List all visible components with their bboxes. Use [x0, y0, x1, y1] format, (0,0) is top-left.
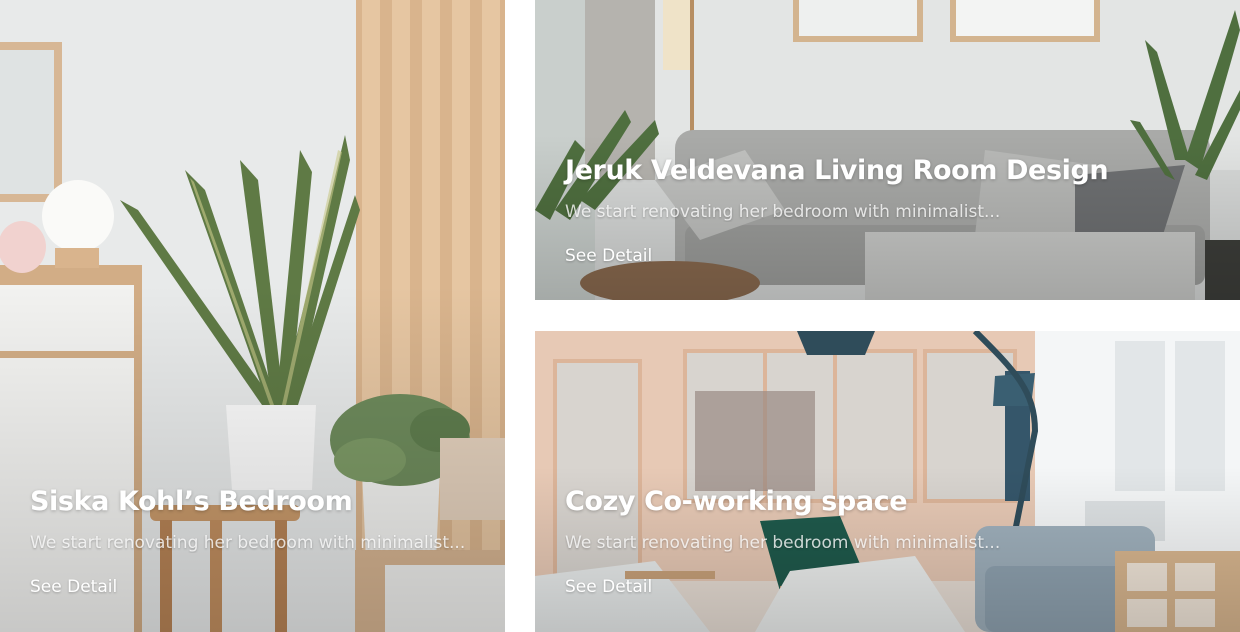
card-description: We start renovating her bedroom with min…	[565, 533, 1001, 553]
card-text: Jeruk Veldevana Living Room Design We st…	[565, 155, 1210, 266]
see-detail-link[interactable]: See Detail	[30, 577, 117, 597]
card-text: Siska Kohl’s Bedroom We start renovating…	[30, 486, 475, 597]
project-card-bedroom[interactable]: Siska Kohl’s Bedroom We start renovating…	[0, 0, 505, 632]
card-title: Jeruk Veldevana Living Room Design	[565, 155, 1109, 186]
card-title: Siska Kohl’s Bedroom	[30, 486, 353, 517]
see-detail-link[interactable]: See Detail	[565, 246, 652, 266]
card-description: We start renovating her bedroom with min…	[30, 533, 466, 553]
card-title: Cozy Co-working space	[565, 486, 908, 517]
see-detail-link[interactable]: See Detail	[565, 577, 652, 597]
project-card-coworking[interactable]: Cozy Co-working space We start renovatin…	[535, 331, 1240, 632]
project-card-living-room[interactable]: Jeruk Veldevana Living Room Design We st…	[535, 0, 1240, 300]
card-text: Cozy Co-working space We start renovatin…	[565, 486, 1210, 597]
card-description: We start renovating her bedroom with min…	[565, 202, 1001, 222]
